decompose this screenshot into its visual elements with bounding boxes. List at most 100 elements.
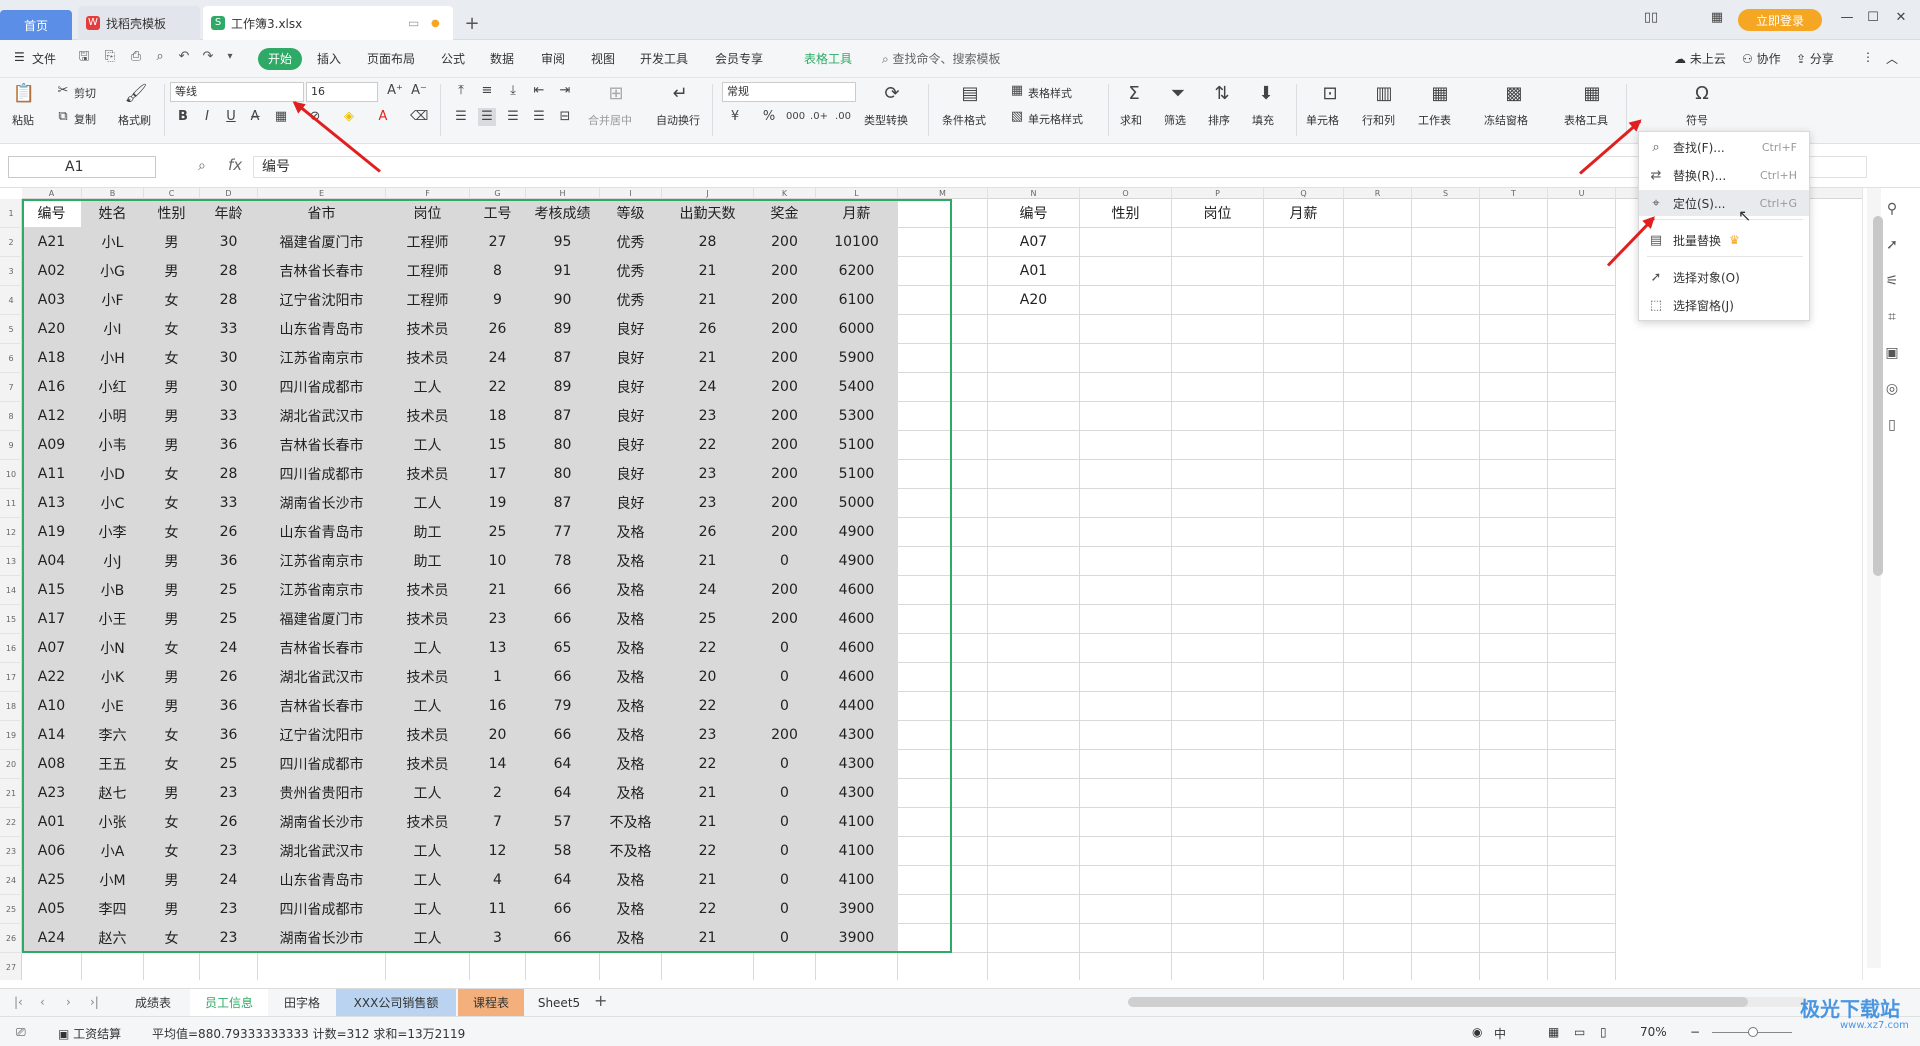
cell[interactable]: A02 xyxy=(22,257,82,286)
cell[interactable] xyxy=(1080,605,1172,634)
book-icon[interactable]: ▯ xyxy=(1881,414,1903,436)
cell[interactable]: A18 xyxy=(22,344,82,373)
cell[interactable] xyxy=(988,605,1080,634)
cell[interactable]: 小H xyxy=(82,344,144,373)
rowcol-label[interactable]: 行和列 xyxy=(1362,112,1395,128)
cell[interactable] xyxy=(1412,692,1480,721)
cell[interactable]: 66 xyxy=(526,924,600,953)
menu-page-layout[interactable]: 页面布局 xyxy=(367,50,415,67)
formula-search-icon[interactable]: ⌕ xyxy=(198,158,206,174)
cell[interactable] xyxy=(1412,518,1480,547)
scissors-icon[interactable]: ✂ xyxy=(54,82,72,100)
cell[interactable]: 男 xyxy=(144,402,200,431)
underline-icon[interactable]: U xyxy=(222,108,240,126)
cell[interactable]: 男 xyxy=(144,779,200,808)
cell[interactable] xyxy=(1412,895,1480,924)
cell[interactable]: 23 xyxy=(200,924,258,953)
cell[interactable]: 23 xyxy=(200,837,258,866)
cell[interactable]: 工程师 xyxy=(386,257,470,286)
copy-icon[interactable]: ⧉ xyxy=(54,108,72,126)
cell[interactable] xyxy=(1080,750,1172,779)
cell[interactable] xyxy=(1548,373,1616,402)
cell[interactable]: 女 xyxy=(144,750,200,779)
row-header[interactable]: 7 xyxy=(0,373,22,402)
cell[interactable]: A21 xyxy=(22,228,82,257)
cell[interactable]: 6100 xyxy=(816,286,898,315)
cell[interactable] xyxy=(1344,199,1412,228)
cell[interactable]: 66 xyxy=(526,576,600,605)
cell[interactable]: 工人 xyxy=(386,779,470,808)
cell[interactable] xyxy=(1412,286,1480,315)
cell[interactable] xyxy=(1480,895,1548,924)
zoom-slider-knob[interactable] xyxy=(1748,1027,1758,1037)
cell[interactable] xyxy=(1412,228,1480,257)
cell[interactable]: 工人 xyxy=(386,924,470,953)
indent-decrease-icon[interactable]: ⇤ xyxy=(530,82,548,100)
cell[interactable]: 5100 xyxy=(816,460,898,489)
cell[interactable] xyxy=(898,866,988,895)
cell[interactable]: 及格 xyxy=(600,866,662,895)
cell[interactable]: 湖北省武汉市 xyxy=(258,837,386,866)
header-cell[interactable]: 编号 xyxy=(22,199,82,228)
cell[interactable] xyxy=(1412,460,1480,489)
cell[interactable]: 18 xyxy=(470,402,526,431)
cell[interactable] xyxy=(1172,402,1264,431)
cell[interactable] xyxy=(816,953,898,980)
menu-formula[interactable]: 公式 xyxy=(441,50,465,67)
macro-icon[interactable]: ⎚ xyxy=(16,1025,26,1040)
cell[interactable]: 男 xyxy=(144,228,200,257)
cell[interactable]: 良好 xyxy=(600,373,662,402)
column-header[interactable]: M xyxy=(898,188,988,199)
cell[interactable] xyxy=(1172,344,1264,373)
collab-button[interactable]: ⚇ 协作 xyxy=(1742,50,1781,67)
column-header[interactable]: B xyxy=(82,188,144,199)
cell[interactable]: 0 xyxy=(754,692,816,721)
apps-grid-icon[interactable]: ▦ xyxy=(1706,10,1728,30)
side-header-cell[interactable]: 岗位 xyxy=(1172,199,1264,228)
minimize-icon[interactable]: — xyxy=(1836,10,1858,30)
cell[interactable]: 10 xyxy=(470,547,526,576)
cell[interactable]: 80 xyxy=(526,460,600,489)
cell[interactable] xyxy=(1080,518,1172,547)
cell[interactable]: 64 xyxy=(526,779,600,808)
cell[interactable]: 及格 xyxy=(600,547,662,576)
cell[interactable] xyxy=(988,924,1080,953)
cell[interactable] xyxy=(1264,518,1344,547)
cell[interactable]: 4900 xyxy=(816,547,898,576)
location-icon[interactable]: ◎ xyxy=(1881,378,1903,400)
row-header[interactable]: 6 xyxy=(0,344,22,373)
cell[interactable] xyxy=(1548,808,1616,837)
cell[interactable] xyxy=(1344,692,1412,721)
cell[interactable] xyxy=(1412,315,1480,344)
cell[interactable] xyxy=(988,576,1080,605)
cell[interactable] xyxy=(988,489,1080,518)
cell[interactable] xyxy=(988,315,1080,344)
cell[interactable]: 23 xyxy=(200,779,258,808)
cell[interactable] xyxy=(1080,779,1172,808)
cell[interactable] xyxy=(1344,721,1412,750)
cell[interactable] xyxy=(898,779,988,808)
cell[interactable]: 女 xyxy=(144,460,200,489)
cell[interactable] xyxy=(1172,547,1264,576)
cell[interactable] xyxy=(898,750,988,779)
cell[interactable]: 58 xyxy=(526,837,600,866)
cell[interactable]: 11 xyxy=(470,895,526,924)
cell[interactable] xyxy=(1480,460,1548,489)
cell[interactable]: 16 xyxy=(470,692,526,721)
cell[interactable]: A15 xyxy=(22,576,82,605)
cell[interactable] xyxy=(1264,663,1344,692)
cell[interactable]: A16 xyxy=(22,373,82,402)
cell[interactable] xyxy=(1548,518,1616,547)
new-tab-button[interactable]: + xyxy=(460,6,484,40)
font-grow-icon[interactable]: A⁺ xyxy=(386,82,404,100)
cell[interactable]: 优秀 xyxy=(600,257,662,286)
cell[interactable]: 200 xyxy=(754,460,816,489)
menu-item-selection-pane[interactable]: ⬚ 选择窗格(J) xyxy=(1639,292,1809,318)
cell[interactable] xyxy=(1080,576,1172,605)
omega-icon[interactable]: Ω xyxy=(1690,82,1714,106)
sort-label[interactable]: 排序 xyxy=(1208,112,1230,128)
cell[interactable] xyxy=(1172,866,1264,895)
cell[interactable] xyxy=(1080,634,1172,663)
cell[interactable]: 小明 xyxy=(82,402,144,431)
cell[interactable]: 23 xyxy=(662,460,754,489)
